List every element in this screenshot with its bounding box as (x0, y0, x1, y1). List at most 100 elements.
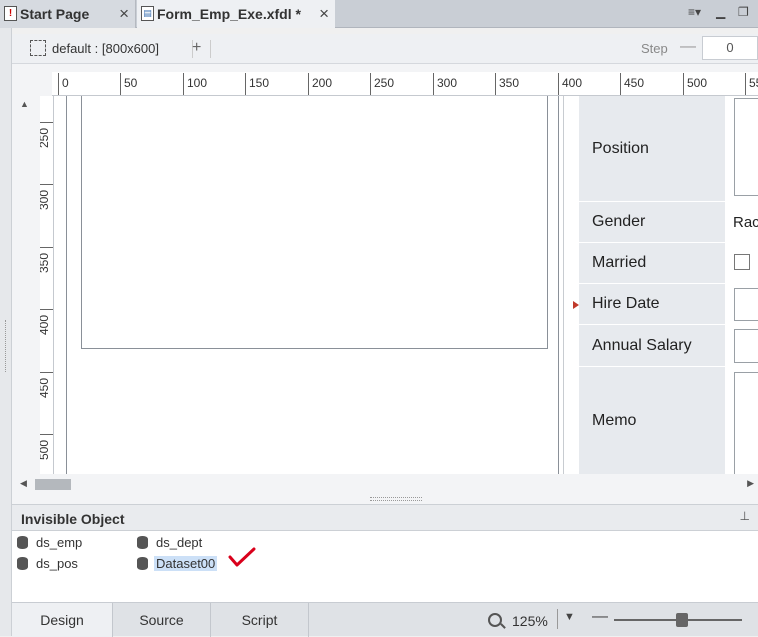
ruler-tick (370, 73, 371, 95)
row-annual-salary[interactable]: Annual Salary (579, 325, 758, 367)
splitter-grip[interactable] (370, 497, 422, 501)
ruler-tick (120, 73, 121, 95)
panel-title: Invisible Object (21, 511, 125, 527)
gender-radio-label[interactable]: Rac (733, 214, 758, 231)
tab-form-emp-exe[interactable]: ▤ Form_Emp_Exe.xfdl * × (137, 0, 335, 28)
horizontal-scrollbar[interactable]: ◀ ▶ (12, 474, 758, 494)
memo-field[interactable] (734, 372, 758, 474)
add-screen-button[interactable]: + (192, 39, 206, 57)
row-memo[interactable]: Memo (579, 367, 758, 474)
ruler-tick (683, 73, 684, 95)
zoom-out-icon[interactable]: — (592, 608, 608, 626)
screen-resolution-label[interactable]: default : [800x600] (52, 41, 159, 56)
dataset-name: ds_pos (36, 556, 78, 571)
row-label: Memo (579, 367, 727, 474)
ruler-tick (40, 309, 53, 310)
row-gender[interactable]: Gender Rac (579, 202, 758, 243)
divider (557, 609, 558, 629)
red-checkmark-icon (228, 547, 256, 567)
ruler-label: 450 (624, 76, 645, 90)
ruler-label: 150 (249, 76, 270, 90)
form-doc-icon: ▤ (141, 6, 154, 21)
scroll-left-icon[interactable]: ◀ (20, 478, 27, 489)
hire-date-field[interactable] (734, 288, 758, 321)
close-icon[interactable]: × (319, 4, 329, 24)
ruler-tick (58, 73, 59, 95)
row-position[interactable]: Position (579, 96, 758, 202)
tab-script[interactable]: Script (211, 603, 309, 637)
ruler-tick (183, 73, 184, 95)
ruler-tick (40, 247, 53, 248)
warning-doc-icon: ! (4, 6, 17, 21)
tab-source[interactable]: Source (113, 603, 211, 637)
close-icon[interactable]: × (119, 4, 129, 24)
ruler-tick (495, 73, 496, 95)
step-input[interactable]: 0 (702, 36, 758, 60)
restore-icon[interactable]: ❐ (738, 5, 749, 19)
tab-label: Start Page (20, 6, 90, 22)
ruler-tick (40, 434, 53, 435)
row-label: Gender (579, 202, 727, 242)
row-label: Hire Date (579, 284, 727, 324)
screen-select-icon[interactable] (30, 40, 46, 56)
step-label: Step (641, 41, 668, 56)
ruler-label: 400 (562, 76, 583, 90)
scroll-thumb[interactable] (35, 479, 71, 490)
row-hire-date[interactable]: Hire Date (573, 284, 758, 325)
view-tab-bar: Design Source Script 125% ▼ — (12, 602, 758, 637)
dataset-item-selected[interactable]: Dataset00 (137, 556, 218, 571)
ruler-tick (745, 73, 746, 95)
ruler-label: 300 (40, 189, 51, 210)
zoom-icon[interactable] (488, 613, 502, 627)
scroll-up-icon[interactable]: ▲ (20, 99, 29, 109)
vertical-ruler: 250 300 350 400 450 500 (40, 96, 54, 474)
ruler-label: 250 (40, 127, 51, 148)
dataset-item[interactable]: ds_pos (17, 556, 78, 571)
form-canvas[interactable]: Position Gender Rac Married Hire Date An… (54, 96, 758, 474)
dataset-name: Dataset00 (154, 556, 218, 571)
ruler-tick (40, 372, 53, 373)
ruler-label: 200 (312, 76, 333, 90)
annual-salary-field[interactable] (734, 329, 758, 363)
ruler-tick (308, 73, 309, 95)
horizontal-ruler: 0 50 100 150 200 250 300 350 400 450 500… (52, 72, 758, 96)
tab-design[interactable]: Design (12, 603, 113, 637)
ruler-label: 450 (40, 377, 51, 398)
ruler-label: 100 (187, 76, 208, 90)
scroll-right-icon[interactable]: ▶ (747, 478, 754, 489)
employee-detail-grid[interactable]: Position Gender Rac Married Hire Date An… (573, 96, 758, 474)
ruler-tick (40, 122, 53, 123)
row-label: Position (579, 96, 727, 201)
pin-icon[interactable]: ⊥ (740, 509, 750, 523)
tab-list-icon[interactable]: ≡▾ (688, 5, 701, 19)
dataset-name: ds_emp (36, 535, 83, 550)
ruler-label: 0 (62, 76, 69, 90)
splitter-grip[interactable] (5, 320, 7, 372)
step-minus-icon[interactable]: — (680, 38, 696, 56)
ruler-label: 50 (124, 76, 138, 90)
ruler-label: 500 (687, 76, 708, 90)
chevron-down-icon[interactable]: ▼ (564, 611, 575, 623)
zoom-slider-handle[interactable] (676, 613, 688, 627)
document-tab-bar: ! Start Page × ▤ Form_Emp_Exe.xfdl * × ≡… (0, 0, 758, 28)
row-married[interactable]: Married (579, 243, 758, 284)
row-label: Married (579, 243, 727, 283)
ruler-tick (558, 73, 559, 95)
grid-component[interactable] (81, 96, 548, 349)
ruler-tick (245, 73, 246, 95)
dataset-item[interactable]: ds_emp (17, 535, 82, 550)
dataset-icon (137, 557, 148, 570)
ruler-label: 250 (374, 76, 395, 90)
tab-label: Form_Emp_Exe.xfdl * (157, 6, 301, 22)
row-label: Annual Salary (579, 325, 727, 366)
position-field[interactable] (734, 98, 758, 196)
married-checkbox[interactable] (734, 254, 750, 270)
ruler-label: 300 (437, 76, 458, 90)
panel-splitter[interactable] (12, 494, 758, 504)
invisible-object-panel: Invisible Object ⊥ ds_emp ds_dept ds_pos… (12, 504, 758, 602)
dataset-item[interactable]: ds_dept (137, 535, 202, 550)
tab-start-page[interactable]: ! Start Page × (0, 0, 136, 28)
panel-header: Invisible Object ⊥ (12, 505, 758, 531)
vertical-scrollbar[interactable]: ▲ (12, 96, 40, 474)
minimize-icon[interactable]: ▁ (716, 5, 725, 19)
